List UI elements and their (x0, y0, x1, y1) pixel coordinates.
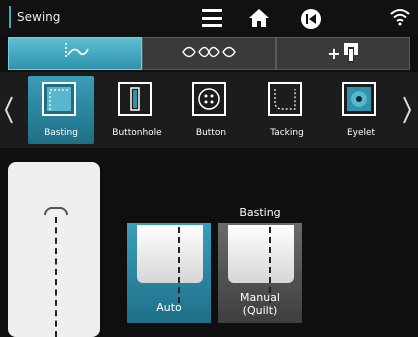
menu-icon[interactable] (201, 9, 223, 27)
mode-tabs: + (8, 37, 410, 70)
stitch-preview-panel (8, 162, 100, 337)
auto-label: Auto (156, 301, 182, 314)
option-title: Basting (239, 206, 281, 219)
stitch-label: Basting (44, 128, 78, 138)
presser-foot-plus-icon (343, 41, 359, 67)
manual-quilt-basting-button[interactable]: Manual (Quilt) (218, 223, 302, 323)
stitch-line-illustration (178, 227, 180, 303)
decorative-stitch-icon (179, 41, 239, 67)
needle-position-marker (44, 207, 68, 215)
stitch-buttonhole[interactable]: Buttonhole (104, 76, 170, 144)
tab-utility-stitches[interactable] (8, 37, 142, 70)
stitch-tab-icon (58, 41, 92, 67)
app-title: Sewing (9, 6, 60, 28)
manual-label-line1: Manual (240, 291, 280, 304)
scroll-right-arrow[interactable] (400, 80, 414, 140)
stitch-label: Eyelet (346, 128, 376, 138)
back-icon[interactable] (298, 6, 324, 32)
tab-decorative-stitches[interactable] (142, 37, 276, 70)
tacking-stitch-icon (268, 82, 302, 116)
tab-presser-foot[interactable]: + (276, 37, 410, 70)
wifi-icon (388, 6, 412, 28)
presser-foot-illustration (228, 225, 294, 283)
tab-plus-label: + (327, 44, 341, 63)
stitch-label: Buttonhole (112, 128, 162, 138)
stitch-carousel: Basting Buttonhole Button Tacking Eyelet (0, 72, 418, 148)
stitch-line-preview (55, 217, 57, 337)
stitch-button[interactable]: Button (178, 76, 244, 144)
manual-label-line2: (Quilt) (242, 304, 278, 317)
auto-basting-button[interactable]: Auto (127, 223, 211, 323)
buttonhole-stitch-icon (118, 82, 152, 116)
home-icon[interactable] (246, 5, 272, 31)
stitch-tacking[interactable]: Tacking (254, 76, 320, 144)
stitch-basting[interactable]: Basting (28, 76, 94, 144)
eyelet-stitch-icon (342, 82, 376, 116)
presser-foot-illustration (137, 225, 203, 283)
manual-label: Manual (Quilt) (218, 291, 302, 317)
basting-stitch-icon (42, 82, 76, 116)
stitch-label: Button (195, 128, 227, 138)
top-bar: Sewing (0, 0, 418, 35)
button-stitch-icon (192, 82, 226, 116)
scroll-left-arrow[interactable] (2, 80, 16, 140)
stitch-eyelet[interactable]: Eyelet (328, 76, 394, 144)
stitch-label: Tacking (270, 128, 304, 138)
